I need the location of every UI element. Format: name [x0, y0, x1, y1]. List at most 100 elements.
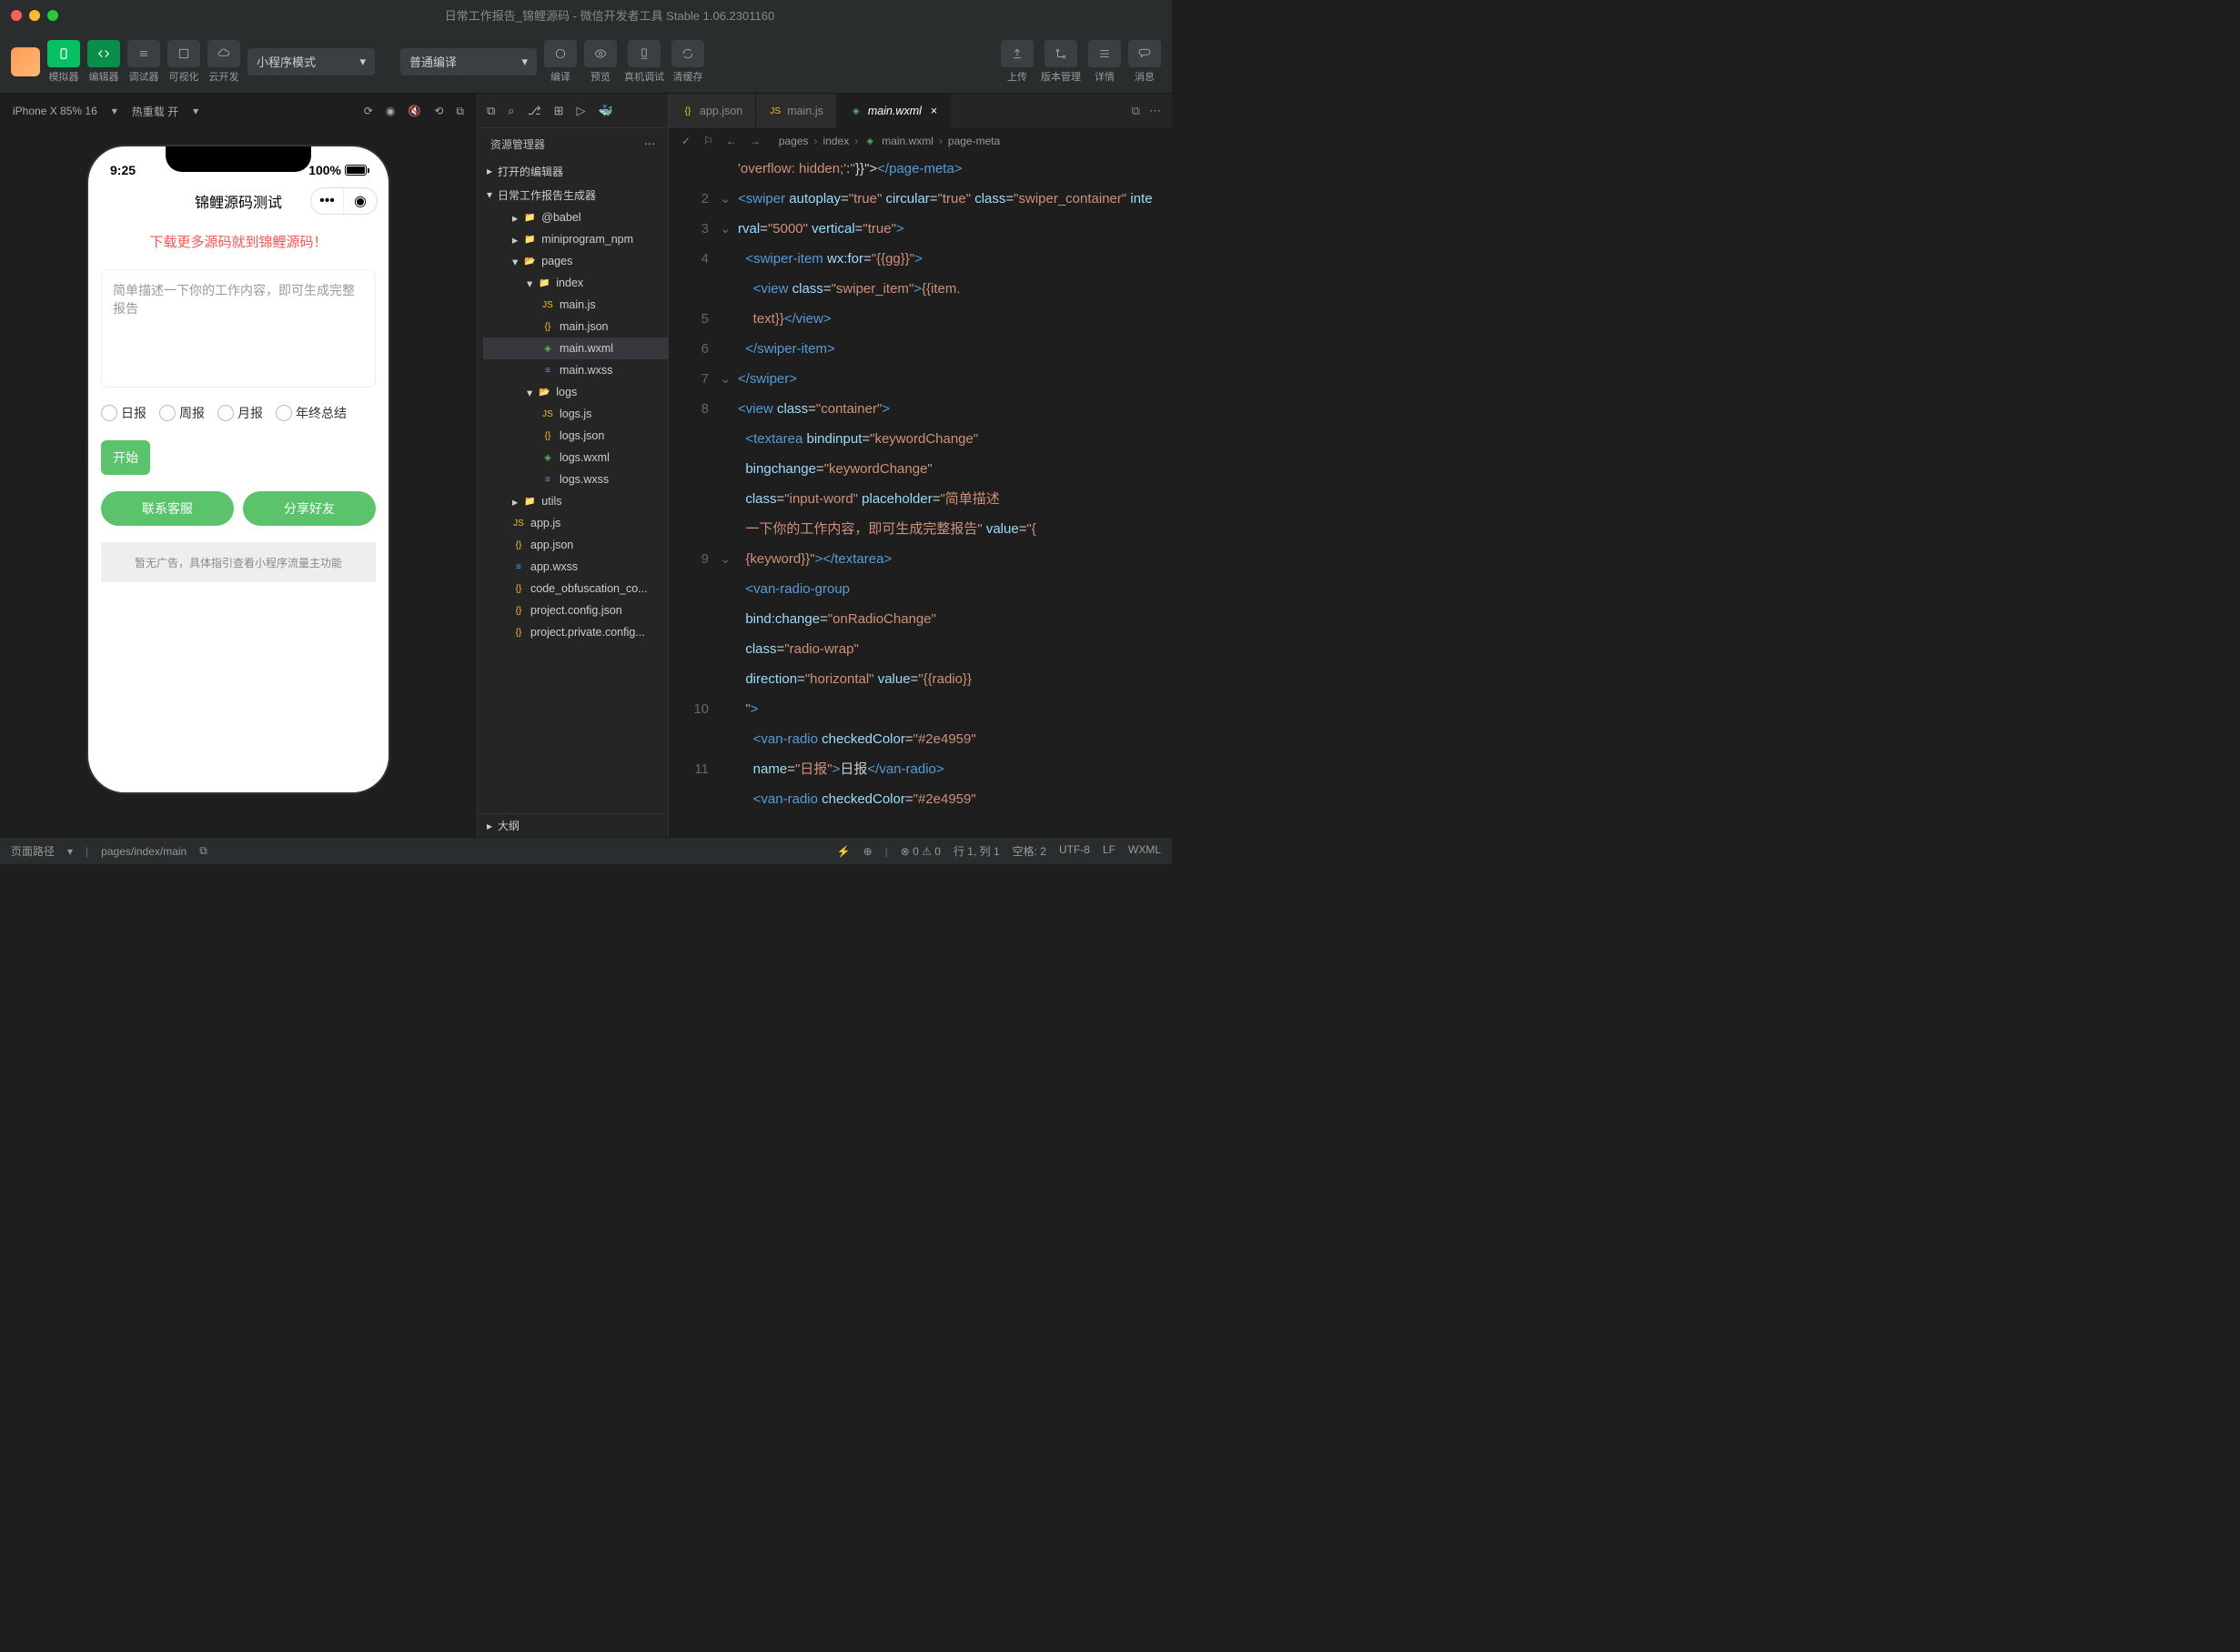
debug-icon[interactable]: ▷: [576, 104, 585, 118]
file-app-js[interactable]: JSapp.js: [483, 512, 668, 534]
file-main-js[interactable]: JSmain.js: [483, 294, 668, 316]
device-selector[interactable]: iPhone X 85% 16: [13, 105, 97, 117]
share-button[interactable]: 分享好友: [243, 491, 376, 526]
phone-frame: 9:25 100% 锦鲤源码测试 •••◉ 下载更多源码就到锦鲤源码！ 简单描述…: [88, 146, 388, 792]
extensions-icon[interactable]: ⊞: [554, 104, 564, 118]
editor-button[interactable]: [87, 40, 120, 67]
outline-section[interactable]: ▸大纲: [478, 813, 668, 837]
page-path-label[interactable]: 页面路径: [11, 843, 55, 859]
docker-icon[interactable]: 🐳: [598, 104, 612, 118]
project-section[interactable]: ▾日常工作报告生成器: [478, 183, 668, 206]
window-title: 日常工作报告_锦鲤源码 - 微信开发者工具 Stable 1.06.230116…: [58, 6, 1161, 24]
language-mode[interactable]: WXML: [1128, 843, 1161, 859]
refresh-icon[interactable]: ⟳: [364, 105, 373, 118]
files-icon[interactable]: ⧉: [487, 104, 495, 118]
bc-page-meta[interactable]: page-meta: [948, 135, 1000, 147]
file-main-wxml[interactable]: ◈main.wxml: [483, 337, 668, 359]
eol[interactable]: LF: [1103, 843, 1115, 859]
file-main-wxss[interactable]: ≡main.wxss: [483, 359, 668, 381]
opened-editors-section[interactable]: ▸打开的编辑器: [478, 159, 668, 183]
radio-yearly[interactable]: 年终总结: [276, 404, 347, 422]
perf-icon[interactable]: ⚡: [837, 845, 851, 858]
visualize-label: 可视化: [169, 69, 199, 84]
window-controls: [11, 10, 58, 21]
minimize-window[interactable]: [29, 10, 40, 21]
editor-more-icon[interactable]: ⋯: [1149, 104, 1161, 118]
real-debug-button[interactable]: [628, 40, 661, 67]
rotate-icon[interactable]: ⟲: [434, 105, 443, 118]
details-button[interactable]: [1088, 40, 1121, 67]
bc-forward-icon[interactable]: →: [750, 135, 761, 147]
maximize-window[interactable]: [47, 10, 58, 21]
bc-back-icon[interactable]: ←: [726, 135, 737, 147]
close-tab-icon[interactable]: ×: [931, 105, 937, 117]
encoding[interactable]: UTF-8: [1059, 843, 1090, 859]
compile-mode-dropdown[interactable]: 普通编译▾: [400, 48, 537, 76]
split-editor-icon[interactable]: ⧉: [1132, 104, 1140, 118]
radio-daily[interactable]: 日报: [101, 404, 146, 422]
bc-bookmark-icon[interactable]: ⚐: [703, 135, 713, 147]
folder-index[interactable]: ▾📁index: [483, 272, 668, 294]
messages-button[interactable]: [1128, 40, 1161, 67]
hot-reload-toggle[interactable]: 热重载 开: [132, 104, 178, 119]
bc-save-icon[interactable]: ✓: [681, 135, 691, 147]
file-app-json[interactable]: {}app.json: [483, 534, 668, 556]
tab-main-js[interactable]: JSmain.js: [756, 94, 837, 128]
work-input[interactable]: 简单描述一下你的工作内容，即可生成完整报告: [101, 269, 376, 388]
copy-path-icon[interactable]: ⧉: [199, 844, 207, 858]
cloud-label: 云开发: [209, 69, 239, 84]
simulator-button[interactable]: [47, 40, 80, 67]
visualize-button[interactable]: [167, 40, 200, 67]
radio-monthly[interactable]: 月报: [217, 404, 263, 422]
capsule-button[interactable]: •••◉: [310, 187, 378, 215]
folder-miniprogram-npm[interactable]: ▸📁miniprogram_npm: [483, 228, 668, 250]
mute-icon[interactable]: 🔇: [408, 105, 421, 118]
bc-main-wxml[interactable]: main.wxml: [882, 135, 933, 147]
search-icon[interactable]: ⌕: [508, 104, 514, 118]
preview-label: 预览: [590, 69, 610, 84]
tab-app-json[interactable]: {}app.json: [669, 94, 756, 128]
clear-cache-button[interactable]: [671, 40, 704, 67]
version-button[interactable]: [1044, 40, 1077, 67]
upload-button[interactable]: [1001, 40, 1034, 67]
cursor-position[interactable]: 行 1, 列 1: [954, 843, 1000, 859]
radio-weekly[interactable]: 周报: [159, 404, 205, 422]
preview-button[interactable]: [584, 40, 617, 67]
file-code-obfuscation[interactable]: {}code_obfuscation_co...: [483, 578, 668, 599]
debugger-button[interactable]: [127, 40, 160, 67]
file-logs-wxml[interactable]: ◈logs.wxml: [483, 447, 668, 468]
accessibility-icon[interactable]: ⊕: [863, 845, 873, 858]
file-project-config[interactable]: {}project.config.json: [483, 599, 668, 621]
mode-dropdown[interactable]: 小程序模式▾: [247, 48, 375, 76]
code-content[interactable]: 'overflow: hidden;':''}}"></page-meta> <…: [738, 154, 1172, 837]
errors-warnings[interactable]: ⊗ 0 ⚠ 0: [901, 845, 941, 858]
user-avatar[interactable]: [11, 47, 40, 76]
stop-icon[interactable]: ◉: [386, 105, 395, 118]
git-icon[interactable]: ⎇: [528, 104, 541, 118]
compile-button[interactable]: [544, 40, 577, 67]
cloud-button[interactable]: [207, 40, 240, 67]
page-path[interactable]: pages/index/main: [101, 845, 187, 858]
file-logs-js[interactable]: JSlogs.js: [483, 403, 668, 425]
bc-index[interactable]: index: [823, 135, 850, 147]
file-project-private[interactable]: {}project.private.config...: [483, 621, 668, 643]
file-logs-wxss[interactable]: ≡logs.wxss: [483, 468, 668, 490]
battery-percent: 100%: [308, 163, 341, 177]
folder-pages[interactable]: ▾📂pages: [483, 250, 668, 272]
folder-babel[interactable]: ▸📁@babel: [483, 206, 668, 228]
tab-main-wxml[interactable]: ◈main.wxml×: [837, 94, 951, 128]
start-button[interactable]: 开始: [101, 440, 150, 475]
folder-logs[interactable]: ▾📂logs: [483, 381, 668, 403]
folder-utils[interactable]: ▸📁utils: [483, 490, 668, 512]
bc-pages[interactable]: pages: [779, 135, 809, 147]
file-main-json[interactable]: {}main.json: [483, 316, 668, 337]
close-window[interactable]: [11, 10, 22, 21]
contact-button[interactable]: 联系客服: [101, 491, 234, 526]
code-editor[interactable]: 234567891011 ⌄⌄⌄⌄ 'overflow: hidden;':''…: [669, 154, 1172, 837]
file-app-wxss[interactable]: ≡app.wxss: [483, 556, 668, 578]
explorer-more-icon[interactable]: ⋯: [644, 137, 655, 150]
indent-setting[interactable]: 空格: 2: [1013, 843, 1046, 859]
file-logs-json[interactable]: {}logs.json: [483, 425, 668, 447]
popout-icon[interactable]: ⧉: [456, 105, 464, 118]
main-toolbar: 模拟器 编辑器 调试器 可视化 云开发 小程序模式▾ 普通编译▾ 编译 预览 真…: [0, 30, 1172, 94]
